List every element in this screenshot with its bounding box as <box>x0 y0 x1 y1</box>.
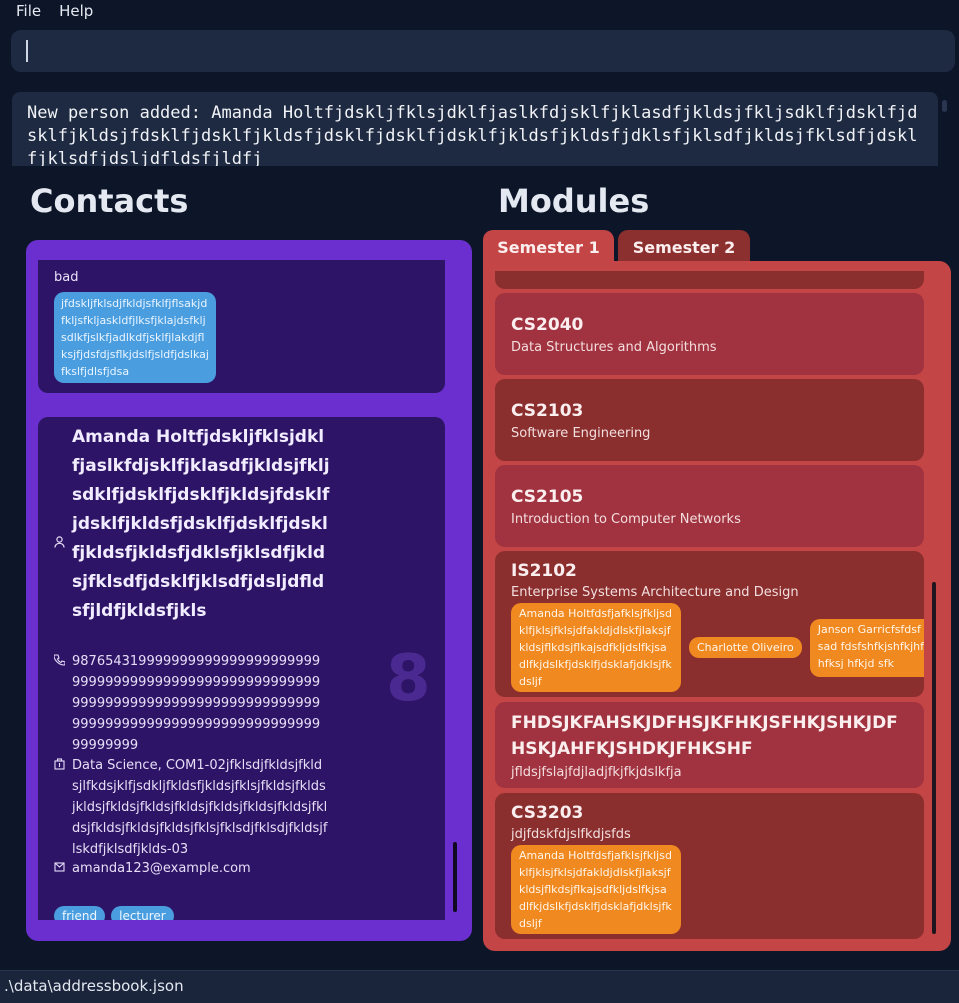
module-card[interactable]: CS2105 Introduction to Computer Networks <box>495 465 924 547</box>
contact-phone: 9876543199999999999999999999999999999999… <box>72 654 321 753</box>
modules-title: Modules <box>498 182 650 220</box>
contact-department-row: Data Science, COM1-02jfklsdjfkldsjfkldsj… <box>54 755 328 860</box>
contact-name: Amanda Holtfjdskljfklsjdklfjaslkfdjsklfj… <box>72 427 330 621</box>
module-tag: Amanda Holtfdsfjafklsjfkljsdklfjklsjfkls… <box>511 603 681 692</box>
contact-email-row: amanda123@example.com <box>54 858 251 879</box>
person-icon <box>54 533 65 552</box>
command-input[interactable] <box>11 30 955 72</box>
menu-help[interactable]: Help <box>49 1 101 21</box>
module-tag: Charlotte Oliveiro <box>689 637 802 658</box>
phone-icon <box>54 653 72 667</box>
contacts-panel: bad jfdskljfklsdjfkldjsfklfjflsakjdfkljs… <box>26 240 472 941</box>
result-text: New person added: Amanda Holtfjdskljfkls… <box>27 103 918 166</box>
contact-tag: jfdskljfklsdjfkldjsfklfjflsakjdfkljsfklj… <box>54 292 216 383</box>
module-tag: Amanda Holtfdsfjafklsjfkljsdklfjklsjfkls… <box>511 845 681 934</box>
module-code: IS2102 <box>511 561 577 581</box>
tab-semester-1[interactable]: Semester 1 <box>483 230 614 264</box>
menu-file[interactable]: File <box>0 1 49 21</box>
contacts-title: Contacts <box>30 182 189 220</box>
contact-card[interactable]: Amanda Holtfjdskljfklsjdklfjaslkfdjsklfj… <box>38 417 445 920</box>
module-card[interactable] <box>495 271 924 289</box>
module-code: CS2040 <box>511 315 584 335</box>
contact-card[interactable]: bad jfdskljfklsdjfkldjsfklfjflsakjdfkljs… <box>38 260 445 393</box>
modules-panel: CS2040 Data Structures and Algorithms CS… <box>483 261 951 951</box>
module-card[interactable]: CS3203 jdjfdskfdjslfkdjsfds Amanda Holtf… <box>495 793 924 939</box>
result-scrollbar[interactable] <box>942 100 947 112</box>
contact-remark: bad <box>54 270 79 285</box>
contacts-list[interactable]: bad jfdskljfklsdjfkldjsfklfjflsakjdfkljs… <box>38 260 446 920</box>
module-code: FHDSJKFAHSKJDFHSJKFHKJSFHKJSHKJDFHSKJAHF… <box>511 713 898 759</box>
mail-icon <box>54 860 72 874</box>
module-card[interactable]: IS2102 Enterprise Systems Architecture a… <box>495 551 924 697</box>
text-caret <box>26 40 28 62</box>
contact-phone-row: 9876543199999999999999999999999999999999… <box>54 651 324 756</box>
module-code: CS2103 <box>511 401 584 421</box>
module-card[interactable]: CS2103 Software Engineering <box>495 379 924 461</box>
result-display[interactable]: New person added: Amanda Holtfjdskljfkls… <box>12 92 938 166</box>
module-title: jdjfdskfdjslfkdjsfds <box>511 827 631 842</box>
contact-department: Data Science, COM1-02jfklsdjfkldsjfkldsj… <box>72 758 328 857</box>
status-file-path: .\data\addressbook.json <box>4 977 184 995</box>
modules-list[interactable]: CS2040 Data Structures and Algorithms CS… <box>495 271 925 941</box>
module-card[interactable]: FHDSJKFAHSKJDFHSJKFHKJSFHKJSHKJDFHSKJAHF… <box>495 702 924 788</box>
contact-tag: lecturer <box>111 906 174 920</box>
building-icon <box>54 757 72 771</box>
module-code: CS3203 <box>511 803 584 823</box>
module-tags: Amanda Holtfdsfjafklsjfkljsdklfjklsjfkls… <box>511 603 924 692</box>
status-bar: .\data\addressbook.json <box>0 970 959 1003</box>
contacts-scrollbar[interactable] <box>453 842 457 912</box>
contact-index: 8 <box>386 642 431 716</box>
module-title: Software Engineering <box>511 426 651 441</box>
contact-email: amanda123@example.com <box>72 861 251 876</box>
module-title: Enterprise Systems Architecture and Desi… <box>511 585 799 600</box>
module-card[interactable]: CS2040 Data Structures and Algorithms <box>495 293 924 375</box>
module-title: Introduction to Computer Networks <box>511 512 741 527</box>
module-title: jfldsjfslajfdjladjfkjfkjdslkfja <box>511 765 682 780</box>
module-title: Data Structures and Algorithms <box>511 340 717 355</box>
menu-bar: File Help <box>0 0 959 22</box>
module-tags: Amanda Holtfdsfjafklsjfkljsdklfjklsjfkls… <box>511 845 681 934</box>
tab-semester-2[interactable]: Semester 2 <box>618 230 750 264</box>
modules-scrollbar[interactable] <box>932 582 936 934</box>
module-tag: Janson Garricfsfdsf sfasad fdsfshfkjshfk… <box>809 618 924 677</box>
contact-tags: friend lecturer <box>54 906 174 920</box>
contact-tag: friend <box>54 906 106 920</box>
module-code: CS2105 <box>511 487 584 507</box>
